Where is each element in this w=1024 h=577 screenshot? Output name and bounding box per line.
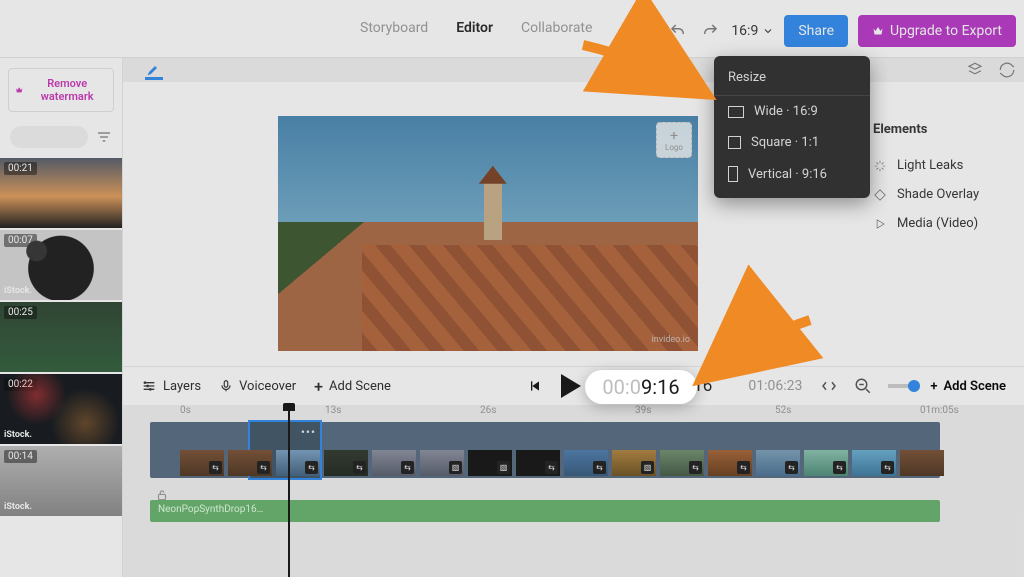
- clip-transition-icon[interactable]: ⇆: [833, 461, 846, 474]
- thumb-time: 00:14: [4, 450, 37, 463]
- ruler-tick: 26s: [480, 405, 496, 416]
- skip-back-icon[interactable]: [527, 378, 543, 394]
- bubble-dark: 9:16: [641, 375, 680, 399]
- timeline-playhead[interactable]: [288, 405, 290, 577]
- voiceover-label: Voiceover: [239, 379, 296, 394]
- share-button[interactable]: Share: [784, 15, 848, 47]
- clip-transition-icon[interactable]: ⇆: [401, 461, 414, 474]
- clip-transition-icon[interactable]: ⇆: [785, 461, 798, 474]
- element-label: Light Leaks: [897, 158, 963, 173]
- redo-icon[interactable]: [699, 20, 721, 42]
- ruler-tick: 0s: [180, 405, 191, 416]
- clip-transition-icon[interactable]: ⇆: [737, 461, 750, 474]
- clip-transition-icon[interactable]: ⇆: [257, 461, 270, 474]
- media-thumb[interactable]: 00:14 iStock.: [0, 446, 122, 516]
- audio-clip-name: NeonPopSynthDrop16…: [158, 504, 263, 515]
- crown-icon: [872, 25, 884, 37]
- thumb-stock: iStock.: [4, 502, 32, 512]
- mic-icon: [219, 379, 233, 393]
- clip-layer-icon[interactable]: ▧: [497, 461, 510, 474]
- refresh-icon[interactable]: [998, 61, 1016, 79]
- resize-option-label: Wide · 16:9: [754, 104, 818, 119]
- element-label: Shade Overlay: [897, 187, 979, 202]
- media-thumb[interactable]: 00:25: [0, 302, 122, 372]
- ruler-tick: 13s: [325, 405, 341, 416]
- search-pill[interactable]: [10, 126, 88, 148]
- ruler-tick: 39s: [635, 405, 651, 416]
- add-scene-button[interactable]: + Add Scene: [314, 377, 391, 396]
- upgrade-label: Upgrade to Export: [890, 23, 1002, 39]
- preview-watermark: invideo.io: [652, 335, 690, 345]
- element-light-leaks[interactable]: Light Leaks: [859, 151, 1024, 180]
- crown-icon: [15, 85, 23, 95]
- aspect-ratio-label: 16:9: [731, 23, 758, 39]
- add-scene-right-button[interactable]: +Add Scene: [930, 379, 1006, 394]
- remove-watermark-label: Remove watermark: [27, 77, 107, 103]
- clip-transition-icon[interactable]: ⇆: [545, 461, 558, 474]
- clip-transition-icon[interactable]: ⇆: [689, 461, 702, 474]
- thumb-stock: iStock.: [4, 430, 32, 440]
- bubble-pale: 00:0: [602, 375, 641, 399]
- video-track[interactable]: ••• ⇆ ⇆ ⇆ ⇆ ⇆ ▧ ▧ ⇆ ⇆ ▧ ⇆ ⇆ ⇆ ⇆ ⇆: [150, 422, 940, 478]
- chevron-down-icon: [762, 25, 774, 37]
- annotation-arrow-bottom: [690, 310, 830, 404]
- clip-transition-icon[interactable]: ⇆: [305, 461, 318, 474]
- layers-label: Layers: [163, 379, 201, 394]
- thumb-time: 00:25: [4, 306, 37, 319]
- tab-storyboard[interactable]: Storyboard: [360, 20, 428, 36]
- zoom-out-icon[interactable]: [854, 377, 872, 395]
- remove-watermark-button[interactable]: Remove watermark: [8, 68, 114, 112]
- aspect-ratio-selector[interactable]: 16:9: [731, 23, 774, 39]
- resize-option-label: Square · 1:1: [751, 135, 819, 150]
- media-thumb[interactable]: 00:22 iStock.: [0, 374, 122, 444]
- media-thumb[interactable]: 00:07 iStock.: [0, 230, 122, 300]
- upgrade-button[interactable]: Upgrade to Export: [858, 15, 1016, 47]
- element-label: Media (Video): [897, 216, 978, 231]
- add-scene-right-label: Add Scene: [943, 379, 1006, 394]
- undo-icon[interactable]: [667, 20, 689, 42]
- resize-option-vertical[interactable]: Vertical · 9:16: [714, 158, 870, 190]
- clip-transition-icon[interactable]: ⇆: [593, 461, 606, 474]
- clip-transition-icon[interactable]: ⇆: [209, 461, 222, 474]
- thumb-time: 00:21: [4, 162, 37, 175]
- filter-icon[interactable]: [96, 129, 112, 145]
- logo-placeholder-label: Logo: [665, 143, 683, 152]
- element-shade-overlay[interactable]: Shade Overlay: [859, 180, 1024, 209]
- tab-collaborate[interactable]: Collaborate: [521, 20, 592, 36]
- layers-icon: [141, 378, 157, 394]
- element-media-video[interactable]: Media (Video): [859, 209, 1024, 238]
- voiceover-button[interactable]: Voiceover: [219, 379, 296, 394]
- clip-layer-icon[interactable]: ▧: [449, 461, 462, 474]
- annotation-arrow-top: [578, 40, 738, 134]
- clip-transition-icon[interactable]: ⇆: [881, 461, 894, 474]
- thumb-time: 00:22: [4, 378, 37, 391]
- zoom-slider[interactable]: [888, 384, 914, 388]
- audio-track[interactable]: NeonPopSynthDrop16…: [150, 500, 940, 522]
- play-button[interactable]: [561, 374, 581, 398]
- clip-menu-icon[interactable]: •••: [301, 425, 316, 439]
- ruler-tick: 52s: [775, 405, 791, 416]
- tab-editor[interactable]: Editor: [456, 20, 493, 36]
- video-preview[interactable]: + Logo invideo.io: [278, 116, 698, 351]
- thumb-stock: iStock.: [4, 286, 32, 296]
- media-thumb[interactable]: 00:21: [0, 158, 122, 228]
- diamond-icon: [873, 188, 887, 202]
- clip-layer-icon[interactable]: ▧: [641, 461, 654, 474]
- ruler-tick: 01m:05s: [920, 405, 959, 416]
- color-tool-icon[interactable]: [145, 62, 163, 80]
- timeline-ruler[interactable]: 0s 13s 26s 39s 52s 01m:05s: [150, 405, 1024, 419]
- elements-header: Elements: [873, 122, 1024, 137]
- annotation-time-bubble: 00:09:16: [585, 370, 697, 404]
- resize-option-label: Vertical · 9:16: [748, 167, 827, 182]
- play-icon: [873, 217, 887, 231]
- sparkle-icon: [873, 159, 887, 173]
- layers-button[interactable]: Layers: [141, 378, 201, 394]
- thumb-time: 00:07: [4, 234, 37, 247]
- clip-transition-icon[interactable]: ⇆: [353, 461, 366, 474]
- add-scene-label: Add Scene: [329, 379, 391, 394]
- layers-sync-icon[interactable]: [966, 61, 984, 79]
